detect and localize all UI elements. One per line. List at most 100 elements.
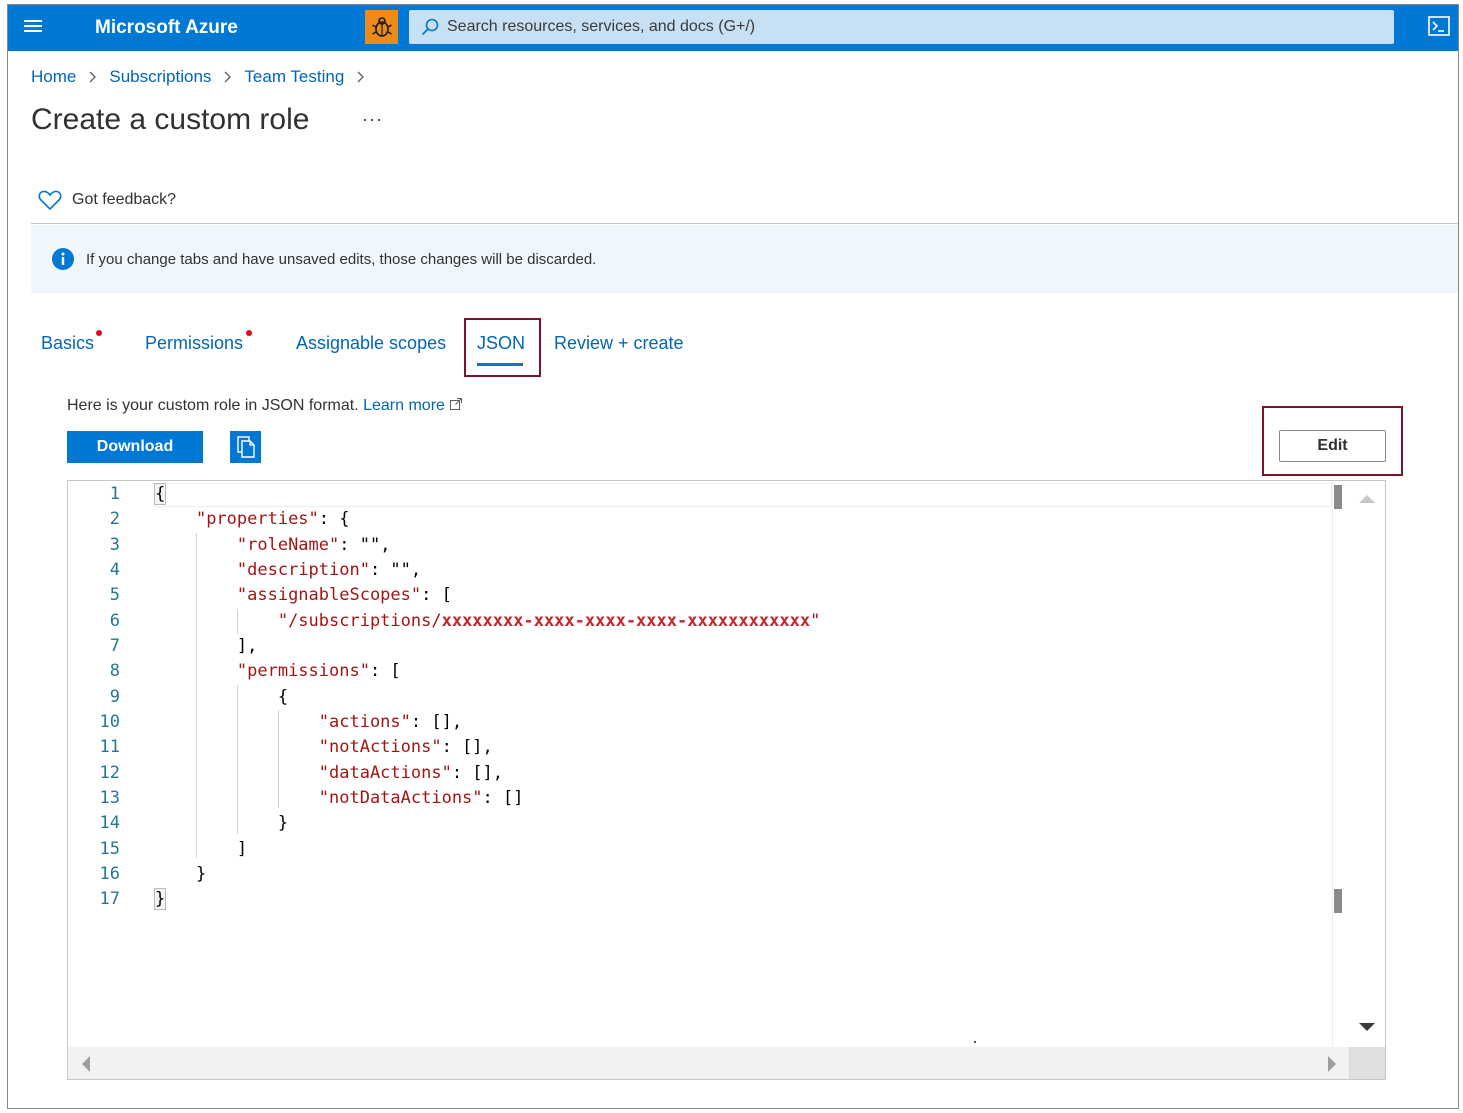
line-number: 3 [109,535,120,555]
breadcrumb: Home Subscriptions Team Testing [31,67,377,87]
portal-window: Microsoft Azure Search resources, servic… [7,4,1459,1109]
top-navigation-bar: Microsoft Azure [8,5,1458,51]
json-string: "/subscriptions/ [277,611,442,631]
tab-json[interactable]: JSON [477,333,525,354]
bug-icon [371,17,392,37]
line-number: 5 [109,585,120,605]
redacted-subscription-id: xxxxxxxx-xxxx-xxxx-xxxx-xxxxxxxxxxxx [441,611,811,631]
copy-button[interactable] [230,431,261,463]
copy-icon [236,436,255,458]
overview-ruler[interactable] [1332,481,1349,1047]
line-number: 13 [99,788,120,808]
learn-more-label: Learn more [363,397,445,414]
json-key: "notDataActions" [318,788,483,808]
external-link-icon [450,398,463,410]
line-number: 15 [99,839,120,859]
json-key: "properties" [195,509,319,529]
search-input[interactable] [447,18,1347,36]
feedback-label: Got feedback? [72,191,177,208]
code-line: "roleName": "", [236,535,391,555]
json-key: "roleName" [236,535,340,555]
divider [31,223,1458,224]
breadcrumb-subscriptions[interactable]: Subscriptions [109,67,211,87]
info-icon [52,248,74,270]
info-banner: If you change tabs and have unsaved edit… [31,225,1458,293]
bug-report-button[interactable] [365,10,398,44]
download-button[interactable]: Download [67,431,203,463]
scroll-left-icon[interactable] [80,1055,92,1073]
line-number: 14 [99,813,120,833]
banner-text: If you change tabs and have unsaved edit… [86,250,597,268]
code-line: "permissions": [ [236,661,401,681]
json-key: "permissions" [236,661,370,681]
code-line: "description": "", [236,560,422,580]
line-number: 1 [109,484,120,504]
edit-button[interactable]: Edit [1279,430,1386,462]
horizontal-scrollbar[interactable] [68,1047,1349,1079]
code-line: "/subscriptions/xxxxxxxx-xxxx-xxxx-xxxx-… [155,611,820,631]
line-number: 11 [99,737,120,757]
json-string-end: " [810,611,821,631]
description-text: Here is your custom role in JSON format. [67,397,359,414]
terminal-icon [1428,16,1450,36]
tab-assignable-scopes[interactable]: Assignable scopes [296,333,446,354]
json-key: "description" [236,560,370,580]
cursor-artifact [974,1041,976,1043]
code-line: } [155,864,207,884]
indent-guide [237,685,238,834]
global-search[interactable] [409,10,1394,44]
required-indicator [96,330,102,336]
code-line: } [153,888,167,910]
line-number: 16 [99,864,120,884]
tab-basics[interactable]: Basics [41,333,94,354]
line-number: 7 [109,636,120,656]
code-line: ] [155,839,248,859]
overview-ruler-mark [1334,485,1342,509]
more-options-button[interactable]: ··· [362,109,383,130]
line-number: 9 [109,687,120,707]
scroll-down-icon[interactable] [1358,1021,1376,1033]
chevron-right-icon [88,70,97,84]
brand-title[interactable]: Microsoft Azure [95,17,238,39]
json-code-editor[interactable]: 1 2 3 4 5 6 7 8 9 10 11 12 13 14 15 16 1… [67,480,1386,1080]
learn-more-link[interactable]: Learn more [363,397,463,414]
code-line: "notActions": [], [318,737,493,757]
selected-tab-indicator [477,363,523,366]
search-icon [413,10,447,44]
code-line: "notDataActions": [] [318,788,524,808]
code-line: { [155,687,289,707]
tab-review-create[interactable]: Review + create [554,333,684,354]
vertical-scrollbar[interactable] [1349,481,1385,1047]
chevron-right-icon [356,70,365,84]
line-number: 8 [109,661,120,681]
breadcrumb-team-testing[interactable]: Team Testing [244,67,344,87]
json-key: "actions" [318,712,411,732]
cloud-shell-button[interactable] [1426,13,1454,41]
line-number: 17 [99,889,120,909]
menu-icon[interactable] [24,17,46,39]
current-line-highlight [154,483,1332,507]
heart-icon [38,190,62,211]
scroll-right-icon[interactable] [1326,1055,1338,1073]
code-line: "dataActions": [], [318,763,504,783]
scroll-up-icon[interactable] [1358,493,1376,505]
code-line: } [155,813,289,833]
breadcrumb-home[interactable]: Home [31,67,76,87]
line-number: 12 [99,763,120,783]
code-line: "properties": { [195,509,350,529]
tab-permissions[interactable]: Permissions [145,333,243,354]
code-line: "assignableScopes": [ [236,585,452,605]
feedback-link[interactable]: Got feedback? [38,189,176,211]
json-key: "assignableScopes" [236,585,422,605]
line-number: 6 [109,611,120,631]
required-indicator [246,330,252,336]
json-description: Here is your custom role in JSON format.… [67,397,463,415]
code-line: { [153,483,167,505]
scrollbar-corner [1349,1047,1385,1079]
line-number: 2 [109,509,120,529]
code-line: "actions": [], [318,712,463,732]
chevron-right-icon [223,70,232,84]
overview-ruler-mark [1334,889,1342,913]
page-title: Create a custom role [31,103,310,136]
line-number: 4 [109,560,120,580]
